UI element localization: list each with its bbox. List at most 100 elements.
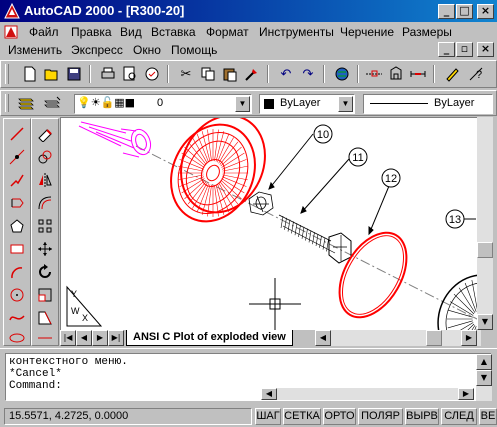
layer-select[interactable]: 💡☀🔓▦■ 0 ▼ [74,94,252,114]
print-icon[interactable] [97,63,119,85]
linetype-select[interactable]: ByLayer [363,94,493,114]
black-wheel [437,274,485,330]
command-scroll-down[interactable]: ▼ [476,370,492,386]
scroll-down-button[interactable]: ▼ [477,314,493,330]
command-scrollbar[interactable]: ▲ ▼ [476,354,492,401]
arc-icon[interactable] [6,261,28,283]
polyline-icon[interactable] [6,169,28,191]
line-icon[interactable] [6,123,28,145]
mirror-icon[interactable] [34,169,56,191]
maximize-button[interactable]: □ [456,4,473,19]
scroll-left-button[interactable]: ◀ [315,330,331,346]
stretch-icon[interactable] [34,307,56,329]
doc-restore-button[interactable]: ▫ [456,42,473,57]
menu-edit[interactable]: Правка [71,25,112,39]
menu-dimension[interactable]: Размеры [402,25,452,39]
layer-state-icons: 💡☀🔓▦■ [77,96,136,109]
construction-line-icon[interactable] [6,146,28,168]
document-icon[interactable] [3,24,19,40]
make-layer-current-icon[interactable] [41,92,63,114]
move-icon[interactable] [34,238,56,260]
command-scroll-right[interactable]: ▶ [458,388,474,400]
paste-icon[interactable] [219,63,241,85]
ortho-toggle[interactable]: ОРТО [323,408,356,425]
color-select[interactable]: ByLayer ▼ [259,94,355,114]
autocad-app-icon[interactable] [4,3,20,19]
command-window[interactable]: контекстного меню. *Cancel* Command: ▲ ▼… [5,353,492,401]
crosshair-cursor [249,278,301,330]
horizontal-scroll-thumb[interactable] [426,330,442,346]
circle-icon[interactable] [6,284,28,306]
menu-express[interactable]: Экспресс [71,43,123,57]
vertical-scrollbar[interactable]: ▼ [477,117,493,330]
drawing-canvas[interactable]: 10 11 12 13 Y W X [60,117,485,330]
menu-window[interactable]: Окно [133,43,161,57]
print-preview-icon[interactable] [119,63,141,85]
spelling-icon[interactable] [141,63,163,85]
doc-close-button[interactable]: × [477,42,494,57]
cut-icon[interactable]: ✂ [175,63,197,85]
menu-modify[interactable]: Изменить [8,43,62,57]
pen-icon[interactable] [441,63,463,85]
menu-view[interactable]: Вид [120,25,142,39]
rotate-icon[interactable] [34,261,56,283]
erase-icon[interactable] [34,123,56,145]
menu-help[interactable]: Помощь [171,43,217,57]
minimize-button[interactable]: _ [438,4,455,19]
tab-active-layout[interactable]: ANSI C Plot of exploded view [126,330,293,346]
prev-tab-button[interactable]: ◀ [76,330,92,346]
polar-toggle[interactable]: ПОЛЯР [358,408,403,425]
osnap-toggle[interactable]: ВЫРВ [405,408,439,425]
inquiry-icon[interactable] [407,63,429,85]
menu-insert[interactable]: Вставка [151,25,196,39]
ucs-icon[interactable] [385,63,407,85]
web-globe-icon[interactable] [331,63,353,85]
first-tab-button[interactable]: |◀ [60,330,76,346]
command-scroll-left[interactable]: ◀ [261,388,277,400]
command-scroll-up[interactable]: ▲ [476,354,492,370]
menu-format[interactable]: Формат [206,25,249,39]
save-icon[interactable] [63,63,85,85]
grid-toggle[interactable]: СЕТКА [283,408,321,425]
svg-text:10: 10 [317,129,329,141]
lineweight-toggle[interactable]: ВЕ [479,408,497,425]
next-tab-button[interactable]: ▶ [92,330,108,346]
scroll-right-button[interactable]: ▶ [461,330,477,346]
array-icon[interactable] [34,215,56,237]
offset-icon[interactable] [34,192,56,214]
help-icon[interactable]: ? [465,63,487,85]
new-icon[interactable] [19,63,41,85]
copy-icon[interactable] [197,63,219,85]
undo-icon[interactable]: ↶ [275,63,297,85]
polygon-icon[interactable] [6,192,28,214]
match-properties-icon[interactable] [241,63,263,85]
layers-icon[interactable] [15,92,37,114]
redo-icon[interactable]: ↷ [297,63,319,85]
pentagon-icon[interactable] [6,215,28,237]
lengthen-icon[interactable] [34,327,56,349]
command-prompt[interactable]: Command: [9,380,62,392]
doc-minimize-button[interactable]: _ [438,42,455,57]
menu-tools[interactable]: Инструменты [259,25,334,39]
copy-object-icon[interactable] [34,146,56,168]
toolbar-grip-2[interactable] [5,94,9,112]
command-hscroll[interactable]: ◀ ▶ [261,388,474,400]
menu-draw[interactable]: Черчение [340,25,394,39]
rectangle-icon[interactable] [6,238,28,260]
color-dropdown-arrow[interactable]: ▼ [338,96,353,112]
otrack-toggle[interactable]: СЛЕД [441,408,477,425]
object-snap-icon[interactable] [363,63,385,85]
open-icon[interactable] [41,63,63,85]
snap-toggle[interactable]: ШАГ [255,408,281,425]
scale-icon[interactable] [34,284,56,306]
spline-icon[interactable] [6,307,28,329]
horizontal-scroll-track[interactable] [331,330,481,346]
vertical-scroll-thumb[interactable] [477,242,493,258]
close-button[interactable]: × [477,4,494,19]
color-swatch [264,99,274,109]
ellipse-icon[interactable] [6,327,28,349]
toolbar-grip[interactable] [5,64,9,84]
layer-dropdown-arrow[interactable]: ▼ [235,96,250,112]
last-tab-button[interactable]: ▶| [108,330,124,346]
menu-file[interactable]: Файл [29,25,59,39]
